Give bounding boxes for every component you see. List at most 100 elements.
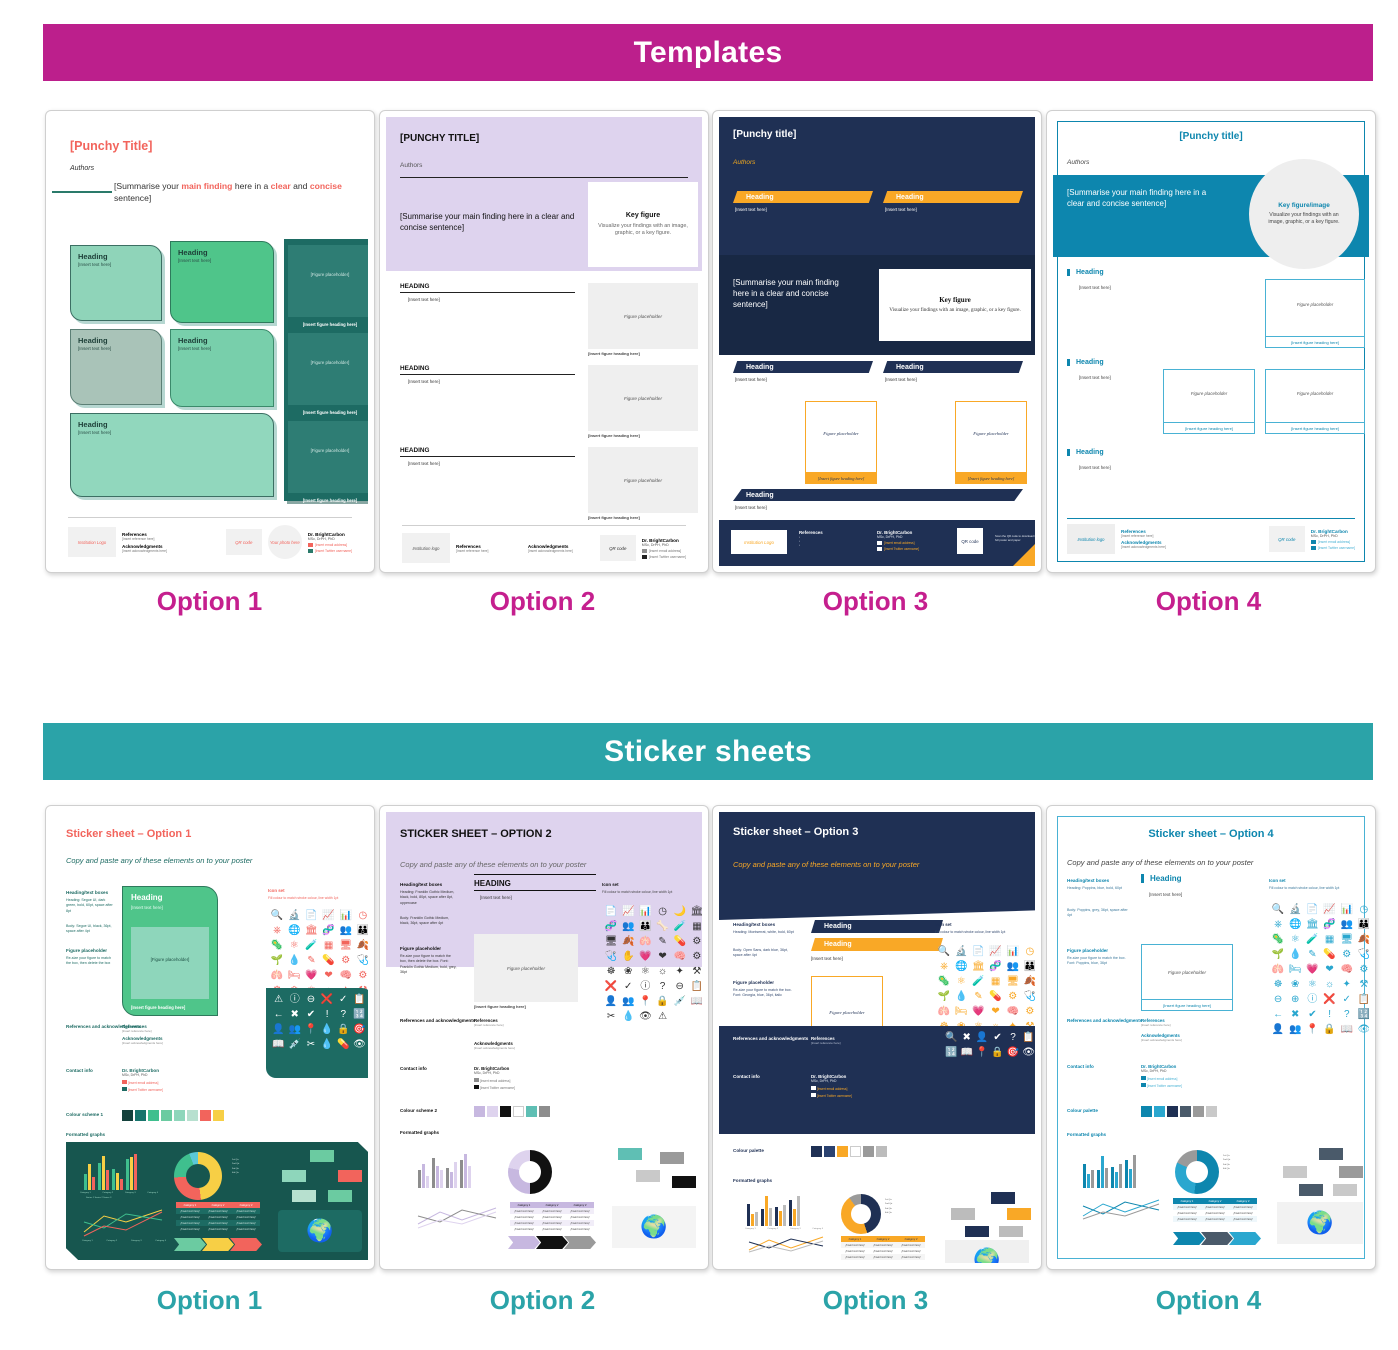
sticker-sheet-card-option-3[interactable]: Sticker sheet – Option 3 Copy and paste … <box>712 805 1042 1270</box>
sticker-3-figure-spec: Re-size your figure to match the box. Fo… <box>733 988 792 998</box>
sticker-sheet-card-option-4[interactable]: Sticker sheet – Option 4 Copy and paste … <box>1046 805 1376 1270</box>
sticker-4-body-spec: Body: Poppins, grey, 36pt, space after 4… <box>1067 908 1128 918</box>
people-icon: 👪 <box>1023 961 1035 972</box>
heart-icon: ❤ <box>324 970 333 981</box>
sticker-4-palette-label: Colour palette <box>1067 1108 1098 1113</box>
check-circle-icon: ✓ <box>624 981 633 992</box>
gear-icon: ⚙ <box>358 970 368 981</box>
minus-circle-icon: ⊖ <box>1273 994 1283 1005</box>
calculator-icon: 🔢 <box>945 1047 958 1058</box>
sticker-2-graphs-panel: Category 1 Category 2 Category 3 [Insert t… <box>400 1144 702 1256</box>
rule-bottom <box>474 890 596 892</box>
email-line: [Insert email address] <box>122 1080 163 1085</box>
template-3-text-1: [Insert text here] <box>735 207 767 212</box>
template-1-title: [Punchy Title] <box>70 139 153 153</box>
droplet-icon: 💧 <box>955 991 968 1002</box>
contact-email: [Insert email address] <box>1146 1077 1178 1081</box>
sticker-4-icon-grid: 🔍 🔬 📄 📈 📊 ◷ ⎈ 🌐 🏛 🧬 👥 👪 🦠 ⚛ 🧪 ▦ 🖥 🍂 🌱 💧 … <box>1271 904 1369 1036</box>
bar-chart-icon: 📊 <box>1340 904 1353 915</box>
social-line: [Insert Twitter username] <box>307 548 352 553</box>
box-text: [Insert text here] <box>78 346 112 351</box>
pencil-icon: ✎ <box>974 991 983 1002</box>
calculator-icon: 🔢 <box>1357 1009 1369 1020</box>
dna-icon: 🧬 <box>1323 919 1336 930</box>
cells-icon: ☸ <box>1273 979 1283 990</box>
template-1-footer-rule <box>68 517 352 518</box>
figure-placeholder-text: Figure placeholder <box>1190 390 1228 396</box>
stethoscope-icon: 🩺 <box>356 955 368 966</box>
sticker-3-title: Sticker sheet – Option 3 <box>733 826 859 838</box>
document-icon: 📄 <box>1306 904 1319 915</box>
template-card-option-4[interactable]: [Punchy title] Authors [Summarise your m… <box>1046 110 1376 573</box>
sticker-sheet-card-option-1[interactable]: Sticker sheet – Option 1 Copy and paste … <box>45 805 375 1270</box>
template-card-option-1[interactable]: [Punchy Title] Authors [Summarise your m… <box>45 110 375 573</box>
swatch <box>174 1110 185 1121</box>
template-4-figure-2: Figure placeholder <box>1163 369 1255 423</box>
templates-option-4-label: Option 4 <box>1155 586 1262 616</box>
sticker-2-contact-label: Contact info <box>400 1066 427 1071</box>
template-4-heading-1: Heading <box>1067 269 1104 276</box>
key-figure-title: Key figure <box>939 295 971 304</box>
email-icon <box>641 548 647 553</box>
globe-icon: 🌐 <box>1289 919 1302 930</box>
sticker-1-bar-legend: Series 1 Series 2 Series 3 <box>86 1197 112 1199</box>
search-icon: 🔍 <box>1271 904 1285 915</box>
template-4-title: [Punchy title] <box>1179 131 1243 142</box>
warning-icon: ⚠ <box>658 1011 668 1022</box>
leaf-icon: 🍂 <box>622 936 635 947</box>
references-label: References <box>799 530 823 535</box>
exclamation-icon: ! <box>1328 1009 1331 1020</box>
swatch <box>187 1110 198 1121</box>
swatch <box>1206 1106 1217 1117</box>
heartbeat-icon: 💗 <box>1306 964 1319 975</box>
flow-node <box>328 1190 352 1202</box>
sticker-4-figure-sample: Figure placeholder <box>1141 944 1233 1000</box>
sticker-4-figure-spec: Re-size your figure to match the box. Fo… <box>1067 956 1126 966</box>
qr-code-placeholder: QR code <box>225 529 262 555</box>
email-line: [Insert email address] <box>811 1086 852 1091</box>
pencil-icon: ✎ <box>1308 949 1317 960</box>
template-3-heading-1: Heading <box>733 191 873 203</box>
figure-placeholder-text: Figure placeholder <box>973 431 1009 437</box>
templates-section-banner: Templates <box>43 24 1373 81</box>
microscope-icon: 🔬 <box>955 946 968 957</box>
summary-bold-1: main finding <box>181 181 233 191</box>
twitter-icon <box>1310 545 1316 550</box>
bar-group <box>1097 1156 1108 1188</box>
box-text: [Insert text here] <box>178 258 212 263</box>
template-2-figure-2-caption: [Insert figure heading here] <box>588 433 640 438</box>
swatch <box>474 1106 485 1117</box>
sticker-4-donut-chart <box>1175 1150 1219 1194</box>
stickers-banner-label: Sticker sheets <box>604 734 812 768</box>
pie-chart-icon: ◷ <box>358 910 368 921</box>
bank-icon: 🏛 <box>972 961 985 972</box>
bar-group <box>1111 1164 1122 1188</box>
key-figure-desc: Visualize your findings with an image, g… <box>1268 211 1340 225</box>
search-icon: 🔍 <box>937 946 951 957</box>
contact-social: [Insert Twitter username] <box>314 548 352 553</box>
sticker-2-heading-spec: Heading: Franklin Gothic Medium, black, … <box>400 890 455 905</box>
footer-rule <box>1067 518 1355 519</box>
social-line: [Insert Twitter username] <box>811 1093 852 1098</box>
monitor-icon: 🖥 <box>1006 976 1020 987</box>
template-2-authors: Authors <box>400 162 423 169</box>
close-icon: ✖ <box>962 1032 971 1043</box>
bar-group <box>126 1154 137 1190</box>
sticker-3-graphs-panel: Category 1 Category 2 Category 3 Category 4… <box>733 1192 1035 1263</box>
sticker-1-figure-sample: [Figure placeholder] <box>131 927 209 999</box>
table-row: [Insert text here] [Insert text here] [Ins… <box>176 1226 260 1232</box>
gear-icon: ⚙ <box>1025 1006 1035 1017</box>
figure-placeholder-text: Figure placeholder <box>1296 302 1334 308</box>
bank-icon: 🏛 <box>1306 919 1319 930</box>
template-3-text-3: [Insert text here] <box>735 377 767 382</box>
flower-icon: ❀ <box>1291 979 1300 990</box>
box-text: [Insert text here] <box>178 346 212 351</box>
heart-icon: ❤ <box>658 951 667 962</box>
template-card-option-2[interactable]: [PUNCHY TITLE] Authors [Summarise your m… <box>379 110 709 573</box>
contact-email: [Insert email address] <box>884 541 915 545</box>
sticker-sheet-card-option-2[interactable]: STICKER SHEET – OPTION 2 Copy and paste … <box>379 805 709 1270</box>
eye-icon: 👁 <box>1357 1024 1369 1035</box>
swatch <box>487 1106 498 1117</box>
flow-node <box>292 1190 316 1202</box>
template-card-option-3[interactable]: [Punchy title] Authors Heading [Insert t… <box>712 110 1042 573</box>
